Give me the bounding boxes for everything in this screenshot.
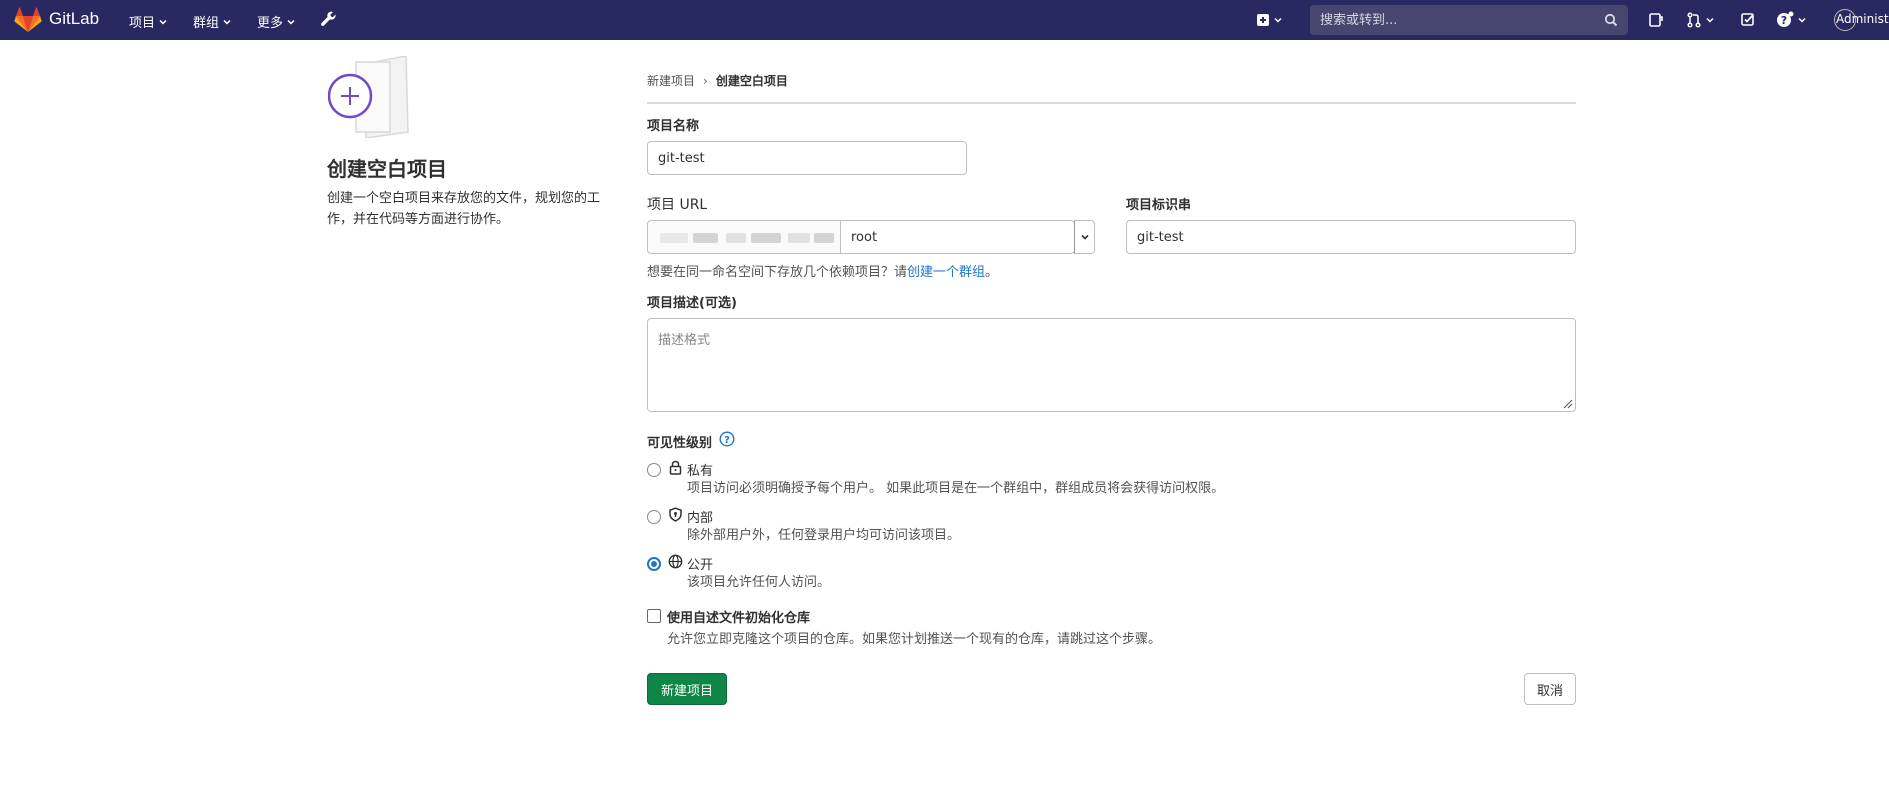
visibility-public-description: 该项目允许任何人访问。 — [687, 575, 831, 590]
group-help-prefix: 想要在同一命名空间下存放几个依赖项目？请 — [647, 265, 908, 280]
visibility-private-radio[interactable] — [647, 463, 661, 477]
nav-menu-label: 项目 — [129, 16, 156, 31]
chevron-down-icon — [1706, 17, 1714, 23]
globe-icon — [668, 554, 683, 569]
visibility-private-option[interactable] — [647, 461, 661, 477]
nav-menu-label: 更多 — [257, 16, 284, 31]
chevron-down-icon — [159, 19, 167, 25]
project-url-label: 项目 URL — [647, 197, 708, 213]
chevron-down-icon — [1274, 17, 1282, 23]
redacted-text — [788, 233, 810, 243]
nav-menu-more[interactable]: 更多 — [257, 12, 295, 31]
breadcrumb-current: 创建空白项目 — [715, 74, 788, 88]
project-url-prefix — [647, 220, 841, 254]
wrench-icon[interactable] — [320, 11, 338, 29]
merge-request-icon — [1687, 12, 1701, 28]
lock-icon — [669, 460, 682, 475]
namespace-select[interactable]: root — [840, 220, 1075, 254]
visibility-internal-option[interactable] — [647, 508, 661, 524]
user-menu-label[interactable]: Administrator — [1836, 12, 1889, 26]
visibility-public-radio[interactable] — [647, 557, 661, 571]
redacted-text — [751, 233, 781, 243]
help-circle-icon[interactable]: ? — [719, 431, 735, 447]
visibility-public-option[interactable] — [647, 555, 661, 571]
visibility-internal-description: 除外部用户外，任何登录用户均可访问该项目。 — [687, 528, 961, 543]
create-group-link[interactable]: 创建一个群组 — [907, 265, 985, 280]
resize-grip-icon[interactable] — [1561, 397, 1573, 409]
project-name-label: 项目名称 — [647, 119, 700, 134]
breadcrumb-parent-link[interactable]: 新建项目 — [647, 72, 695, 89]
redacted-text — [814, 233, 834, 243]
left-panel-title: 创建空白项目 — [327, 157, 447, 181]
left-panel-description: 创建一个空白项目来存放您的文件，规划您的工作，并在代码等方面进行协作。 — [327, 191, 601, 227]
project-description-label: 项目描述(可选) — [647, 296, 737, 311]
visibility-internal-radio[interactable] — [647, 510, 661, 524]
project-slug-input[interactable]: git-test — [1126, 220, 1576, 254]
issues-button[interactable] — [1648, 11, 1664, 29]
help-dropdown[interactable]: ? — [1776, 11, 1806, 29]
chevron-down-icon — [1798, 17, 1806, 23]
initialize-readme-description: 允许您立即克隆这个项目的仓库。如果您计划推送一个现有的仓库，请跳过这个步骤。 — [667, 632, 1162, 647]
todos-button[interactable] — [1740, 11, 1756, 29]
chevron-down-icon — [223, 19, 231, 25]
initialize-readme-checkbox[interactable] — [647, 609, 661, 623]
search-icon — [1604, 13, 1618, 27]
redacted-text — [660, 233, 688, 243]
top-navbar: GitLab 项目 群组 更多 ? Administrator — [0, 0, 1889, 40]
breadcrumb-divider — [647, 102, 1576, 104]
shield-icon — [669, 507, 682, 522]
nav-menu-groups[interactable]: 群组 — [193, 12, 231, 31]
chevron-down-icon — [287, 19, 295, 25]
create-project-button[interactable]: 新建项目 — [647, 673, 727, 705]
chevron-down-icon — [1080, 234, 1089, 240]
global-search[interactable] — [1310, 5, 1628, 35]
group-help-suffix: 。 — [985, 265, 999, 280]
initialize-readme-label[interactable]: 使用自述文件初始化仓库 — [667, 607, 810, 626]
breadcrumb-separator: › — [703, 73, 708, 88]
namespace-dropdown-button[interactable] — [1074, 220, 1095, 254]
project-description-textarea[interactable]: 描述格式 — [647, 318, 1576, 412]
description-placeholder: 描述格式 — [658, 333, 711, 348]
project-slug-label: 项目标识串 — [1126, 198, 1192, 213]
redacted-text — [726, 233, 746, 243]
plus-square-icon — [1257, 14, 1269, 26]
gitlab-logo-icon[interactable] — [14, 7, 42, 33]
project-name-input[interactable]: git-test — [647, 141, 967, 175]
issues-icon — [1649, 13, 1663, 27]
search-input[interactable] — [1310, 5, 1628, 35]
visibility-level-label: 可见性级别 — [647, 436, 713, 451]
nav-menu-label: 群组 — [193, 16, 220, 31]
cancel-button[interactable]: 取消 — [1524, 673, 1576, 705]
todo-check-icon — [1741, 13, 1754, 26]
help-icon: ? — [1777, 11, 1794, 27]
svg-text:?: ? — [724, 435, 730, 446]
merge-requests-dropdown[interactable] — [1686, 11, 1714, 29]
brand-name[interactable]: GitLab — [49, 9, 99, 29]
redacted-text — [693, 233, 718, 243]
svg-text:?: ? — [1781, 14, 1787, 27]
group-help-text: 想要在同一命名空间下存放几个依赖项目？请创建一个群组。 — [647, 261, 998, 280]
visibility-private-description: 项目访问必须明确授予每个用户。 如果此项目是在一个群组中，群组成员将会获得访问权… — [687, 481, 1225, 496]
breadcrumb: 新建项目 › 创建空白项目 — [647, 72, 788, 89]
new-item-dropdown[interactable] — [1256, 11, 1282, 29]
nav-menu-projects[interactable]: 项目 — [129, 12, 167, 31]
blank-project-illustration — [328, 56, 409, 138]
